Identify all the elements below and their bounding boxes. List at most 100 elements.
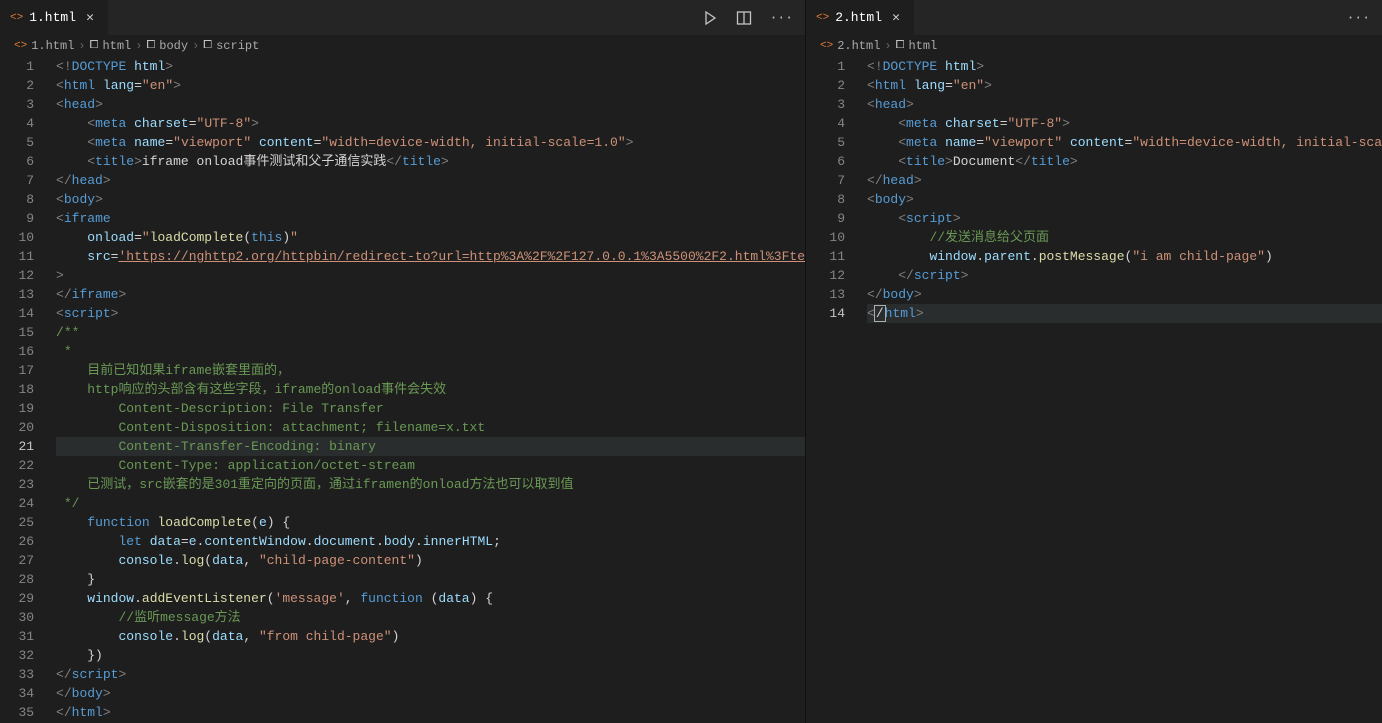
- line-number: 4: [0, 114, 34, 133]
- line-number: 23: [0, 475, 34, 494]
- code-line[interactable]: */: [56, 494, 805, 513]
- breadcrumb-right[interactable]: <>2.html › ⧠html: [806, 35, 1382, 57]
- code-line[interactable]: <html lang="en">: [56, 76, 805, 95]
- line-number: 34: [0, 684, 34, 703]
- line-number: 28: [0, 570, 34, 589]
- code-line[interactable]: src='https://nghttp2.org/httpbin/redirec…: [56, 247, 805, 266]
- code-line[interactable]: <meta name="viewport" content="width=dev…: [56, 133, 805, 152]
- crumb-html[interactable]: html: [908, 39, 937, 53]
- code-line[interactable]: onload="loadComplete(this)": [56, 228, 805, 247]
- more-icon[interactable]: ···: [1347, 10, 1370, 25]
- code-line[interactable]: </iframe>: [56, 285, 805, 304]
- code-line[interactable]: Content-Description: File Transfer: [56, 399, 805, 418]
- close-icon[interactable]: ✕: [888, 10, 904, 26]
- crumb-body[interactable]: body: [159, 39, 188, 53]
- line-number: 5: [806, 133, 845, 152]
- code-line[interactable]: <title>Document</title>: [867, 152, 1382, 171]
- code-line[interactable]: Content-Disposition: attachment; filenam…: [56, 418, 805, 437]
- code-line[interactable]: >: [56, 266, 805, 285]
- code-content[interactable]: <!DOCTYPE html><html lang="en"><head> <m…: [863, 57, 1382, 723]
- code-line[interactable]: /**: [56, 323, 805, 342]
- line-number: 2: [806, 76, 845, 95]
- code-line[interactable]: Content-Transfer-Encoding: binary: [56, 437, 805, 456]
- code-line[interactable]: <body>: [867, 190, 1382, 209]
- line-number: 11: [806, 247, 845, 266]
- split-editor-icon[interactable]: [736, 10, 752, 26]
- code-line[interactable]: </body>: [56, 684, 805, 703]
- close-icon[interactable]: ✕: [82, 10, 98, 26]
- code-line[interactable]: <title>iframe onload事件测试和父子通信实践</title>: [56, 152, 805, 171]
- line-number: 15: [0, 323, 34, 342]
- code-line[interactable]: <html lang="en">: [867, 76, 1382, 95]
- line-number: 13: [806, 285, 845, 304]
- line-number: 33: [0, 665, 34, 684]
- code-line[interactable]: <iframe: [56, 209, 805, 228]
- line-number: 32: [0, 646, 34, 665]
- code-line[interactable]: </head>: [867, 171, 1382, 190]
- code-line[interactable]: <meta charset="UTF-8">: [867, 114, 1382, 133]
- code-line[interactable]: <!DOCTYPE html>: [56, 57, 805, 76]
- code-line[interactable]: </html>: [56, 703, 805, 722]
- line-gutter: 1234567891011121314: [806, 57, 863, 723]
- code-line[interactable]: Content-Type: application/octet-stream: [56, 456, 805, 475]
- code-line[interactable]: 目前已知如果iframe嵌套里面的，: [56, 361, 805, 380]
- code-content[interactable]: <!DOCTYPE html><html lang="en"><head> <m…: [52, 57, 805, 723]
- code-line[interactable]: <body>: [56, 190, 805, 209]
- editor-container: <> 1.html ✕ ··· <>1.html › ⧠html › ⧠body…: [0, 0, 1382, 723]
- code-line[interactable]: console.log(data, "child-page-content"): [56, 551, 805, 570]
- tab-2html[interactable]: <> 2.html ✕: [806, 0, 915, 35]
- code-line[interactable]: </script>: [867, 266, 1382, 285]
- run-icon[interactable]: [702, 10, 718, 26]
- code-line[interactable]: 已测试，src嵌套的是301重定向的页面，通过iframen的onload方法也…: [56, 475, 805, 494]
- code-line[interactable]: *: [56, 342, 805, 361]
- code-line[interactable]: <script>: [56, 304, 805, 323]
- line-number: 18: [0, 380, 34, 399]
- line-number: 9: [806, 209, 845, 228]
- crumb-file[interactable]: 2.html: [837, 39, 880, 53]
- line-number: 31: [0, 627, 34, 646]
- line-number: 17: [0, 361, 34, 380]
- code-line[interactable]: //发送消息给父页面: [867, 228, 1382, 247]
- line-number: 6: [0, 152, 34, 171]
- crumb-script[interactable]: script: [216, 39, 259, 53]
- html-file-icon: <>: [14, 40, 27, 52]
- crumb-html[interactable]: html: [102, 39, 131, 53]
- line-number: 20: [0, 418, 34, 437]
- line-number: 9: [0, 209, 34, 228]
- more-icon[interactable]: ···: [770, 10, 793, 25]
- line-number: 14: [806, 304, 845, 323]
- code-line[interactable]: <head>: [56, 95, 805, 114]
- code-line[interactable]: <head>: [867, 95, 1382, 114]
- code-line[interactable]: console.log(data, "from child-page"): [56, 627, 805, 646]
- code-line[interactable]: }): [56, 646, 805, 665]
- code-line[interactable]: let data=e.contentWindow.document.body.i…: [56, 532, 805, 551]
- code-line[interactable]: window.addEventListener('message', funct…: [56, 589, 805, 608]
- code-line[interactable]: function loadComplete(e) {: [56, 513, 805, 532]
- code-line[interactable]: </body>: [867, 285, 1382, 304]
- line-number: 1: [806, 57, 845, 76]
- element-icon: ⧠: [90, 40, 99, 52]
- code-line[interactable]: }: [56, 570, 805, 589]
- code-line[interactable]: http响应的头部含有这些字段，iframe的onload事件会失效: [56, 380, 805, 399]
- breadcrumb-left[interactable]: <>1.html › ⧠html › ⧠body › ⧠script: [0, 35, 805, 57]
- line-number: 24: [0, 494, 34, 513]
- code-line[interactable]: window.parent.postMessage("i am child-pa…: [867, 247, 1382, 266]
- code-line[interactable]: </html>: [867, 304, 1382, 323]
- line-number: 2: [0, 76, 34, 95]
- tab-1html[interactable]: <> 1.html ✕: [0, 0, 109, 35]
- chevron-right-icon: ›: [882, 39, 893, 53]
- code-line[interactable]: </script>: [56, 665, 805, 684]
- line-number: 12: [0, 266, 34, 285]
- line-number: 19: [0, 399, 34, 418]
- code-line[interactable]: </head>: [56, 171, 805, 190]
- code-line[interactable]: <meta charset="UTF-8">: [56, 114, 805, 133]
- code-line[interactable]: <!DOCTYPE html>: [867, 57, 1382, 76]
- line-number: 35: [0, 703, 34, 722]
- line-number: 12: [806, 266, 845, 285]
- code-line[interactable]: <script>: [867, 209, 1382, 228]
- code-area-right[interactable]: 1234567891011121314 <!DOCTYPE html><html…: [806, 57, 1382, 723]
- code-line[interactable]: //监听message方法: [56, 608, 805, 627]
- crumb-file[interactable]: 1.html: [31, 39, 74, 53]
- code-area-left[interactable]: 1234567891011121314151617181920212223242…: [0, 57, 805, 723]
- code-line[interactable]: <meta name="viewport" content="width=dev…: [867, 133, 1382, 152]
